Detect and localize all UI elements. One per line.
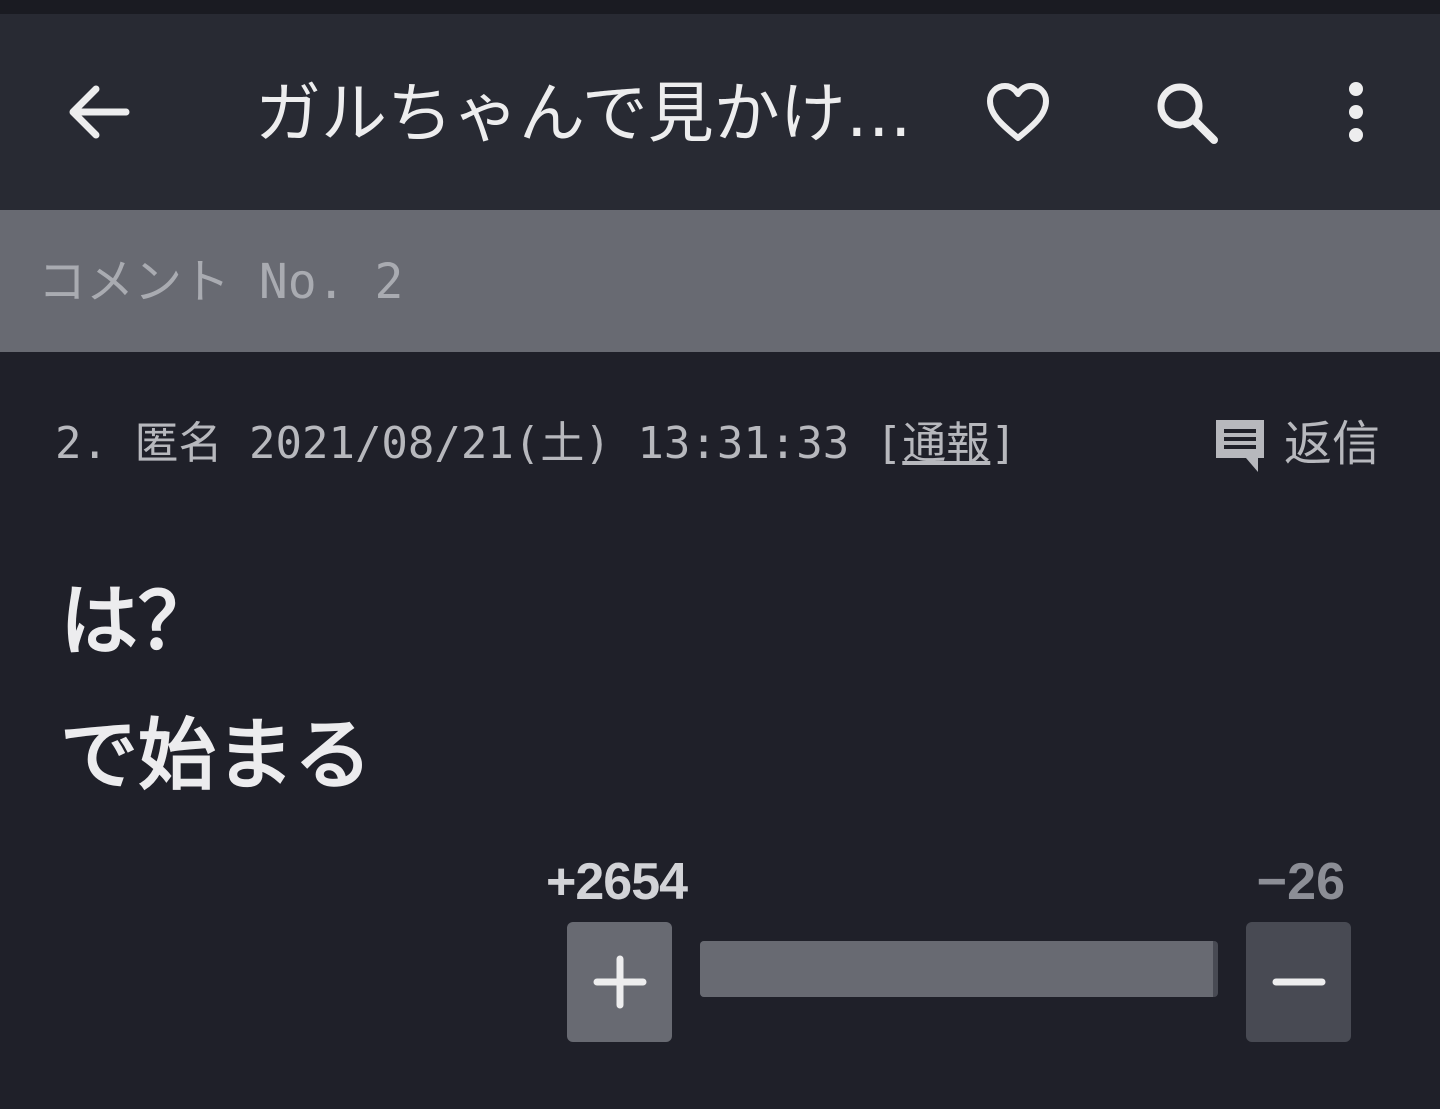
comment-icon — [1216, 420, 1264, 472]
comment-meta: 2. 匿名 2021/08/21(土) 13:31:33 [通報] — [55, 412, 1017, 476]
plus-vote-button[interactable] — [567, 922, 672, 1042]
minus-vote-button[interactable] — [1246, 922, 1351, 1042]
plus-icon — [593, 955, 646, 1009]
reply-label: 返信 — [1284, 416, 1381, 472]
report-bracket-close: ] — [990, 418, 1017, 469]
author-name: 匿名 — [134, 418, 223, 469]
vote-ratio-fill — [700, 941, 1213, 997]
search-button[interactable] — [1150, 76, 1222, 148]
comment-number: 2. — [55, 418, 108, 469]
back-button[interactable] — [62, 79, 134, 145]
status-bar-strip — [0, 0, 1440, 14]
search-icon — [1157, 83, 1218, 144]
minus-vote-count: −26 — [1256, 853, 1345, 911]
comment-line-2: で始まる — [60, 711, 373, 801]
app-bar: ガルちゃんで見かけ… — [0, 14, 1440, 210]
more-vertical-icon — [1349, 82, 1363, 142]
arrow-left-icon — [69, 85, 130, 139]
more-options-button[interactable] — [1320, 76, 1392, 148]
comment-datetime: 2021/08/21(土) 13:31:33 — [248, 418, 850, 469]
comment-body: は？ で始まる — [60, 555, 1360, 823]
favorite-button[interactable] — [982, 76, 1054, 148]
comment-line-1: は？ — [60, 577, 217, 667]
page-title: ガルちゃんで見かけ… — [255, 75, 912, 152]
vote-ratio-bar — [700, 941, 1218, 997]
plus-vote-count: +2654 — [546, 853, 688, 911]
comment-number-label: コメント No. 2 — [38, 254, 404, 310]
minus-icon — [1272, 978, 1325, 986]
report-bracket-open: [ — [875, 418, 903, 469]
heart-outline-icon — [987, 83, 1049, 141]
section-header: コメント No. 2 — [0, 210, 1440, 352]
report-link[interactable]: 通報 — [902, 418, 990, 469]
reply-button[interactable]: 返信 — [1210, 410, 1380, 478]
